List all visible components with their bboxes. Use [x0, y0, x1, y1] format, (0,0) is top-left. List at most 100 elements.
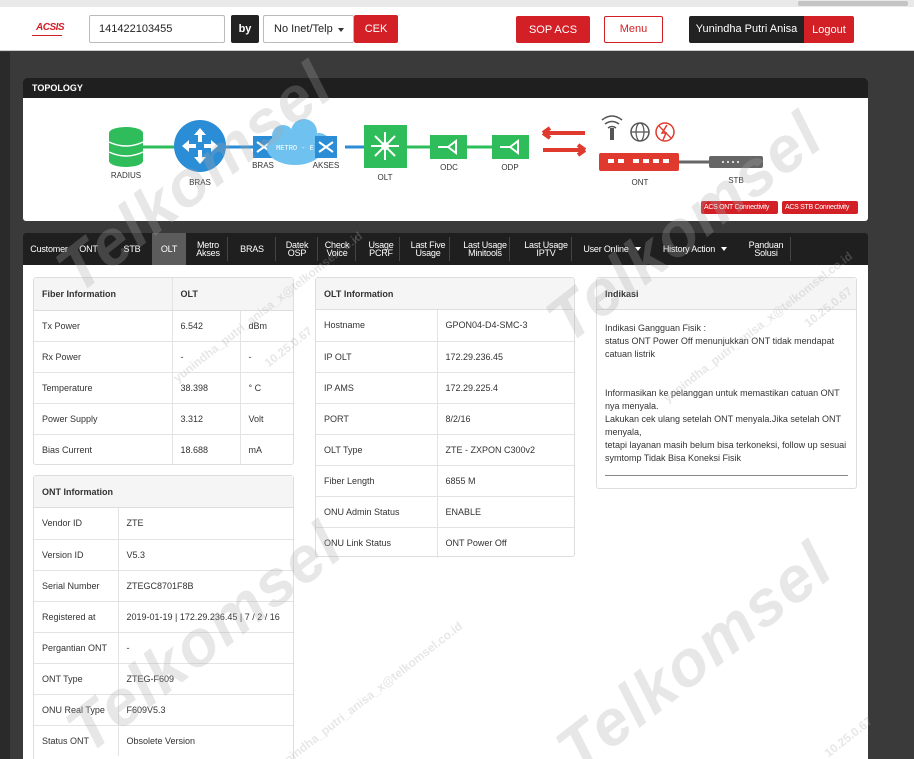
olt-information-title: OLT Information [316, 278, 574, 310]
search-input[interactable] [89, 15, 225, 43]
tab-ont[interactable]: ONT [75, 233, 102, 265]
tab-usage-pcrf[interactable]: Usage PCRF [362, 233, 400, 265]
tab-customer[interactable]: Customer [23, 233, 75, 265]
tab-last-usage-minitools[interactable]: Last Usage Minitools [460, 233, 510, 265]
search-by-select[interactable]: No Inet/Telp [263, 15, 354, 43]
node-label-metro: METRO - E [276, 145, 314, 153]
tab-label: BRAS [240, 244, 264, 254]
table-row: Vendor ID ZTE [34, 508, 293, 540]
tab-check-voice[interactable]: Check Voice [318, 233, 356, 265]
row-label: ONU Admin Status [316, 496, 437, 528]
row-label: Power Supply [34, 403, 172, 435]
logout-button[interactable]: Logout [804, 16, 854, 43]
row-value: 8/2/16 [436, 403, 574, 435]
chevron-down-icon [634, 247, 641, 251]
node-label-stb: STB [728, 176, 744, 185]
cek-button[interactable]: CEK [354, 15, 398, 43]
tab-label-line2: Voice [326, 248, 348, 258]
row-label: ONU Link Status [324, 537, 392, 548]
node-label-akses: AKSES [313, 161, 340, 170]
tab-label-line2: PCRF [369, 248, 393, 258]
table-row: Version ID V5.3 [34, 539, 293, 571]
row-label: Tx Power [34, 310, 172, 342]
router-icon[interactable] [174, 120, 226, 172]
row-unit: dBm [239, 310, 293, 342]
tab-separator [509, 237, 510, 261]
row-label: Serial Number [34, 570, 118, 602]
tab-metro-akses[interactable]: Metro Akses [188, 233, 228, 265]
acs-stb-connectivity-button[interactable]: ACS STB Connectivity [782, 201, 858, 214]
database-icon[interactable] [108, 127, 144, 167]
tab-label: Customer [30, 244, 68, 254]
divider [605, 475, 848, 476]
table-row: ONU Admin Status ENABLE [316, 496, 574, 528]
indikasi-panel: Indikasi Indikasi Gangguan Fisik : statu… [596, 277, 857, 489]
olt-information-panel: OLT Information Hostname GPON04-D4-SMC-3 … [315, 277, 575, 558]
row-value: ZTE [117, 508, 293, 540]
scrollbar-thumb[interactable] [798, 1, 908, 6]
tab-olt[interactable]: OLT [152, 233, 186, 265]
tab-last-usage-iptv[interactable]: Last Usage IPTV [520, 233, 572, 265]
acs-ont-connectivity-button[interactable]: ACS ONT Connectivity [701, 201, 778, 214]
tab-last-five-usage[interactable]: Last Five Usage [406, 233, 450, 265]
table-row: Tx Power 6.542 dBm [34, 310, 293, 342]
ont-device-icon[interactable] [599, 153, 679, 171]
tab-separator [449, 237, 450, 261]
table-row: Pergantian ONT - [34, 632, 293, 664]
row-value: Obsolete Version [117, 725, 293, 756]
fiber-olt-header: OLT [171, 278, 293, 311]
tab-separator [790, 237, 791, 261]
chevron-down-icon [338, 28, 344, 32]
tab-panduan-solusi[interactable]: Panduan Solusi [741, 233, 791, 265]
tab-label-line2: Solusi [754, 248, 778, 258]
tab-bras[interactable]: BRAS [228, 233, 276, 265]
row-value: ZTEGC8701F8B [117, 570, 293, 602]
user-name: Yunindha Putri Anisa [689, 16, 804, 43]
node-label-bras2: BRAS [252, 161, 274, 170]
odc-icon[interactable] [430, 135, 467, 159]
table-row: Hostname GPON04-D4-SMC-3 [316, 310, 574, 342]
row-label: Registered at [34, 601, 118, 633]
tab-stb[interactable]: STB [118, 233, 146, 265]
table-row: Power Supply 3.312 Volt [34, 403, 293, 435]
row-value: 172.29.236.45 [436, 341, 574, 373]
left-rail [0, 52, 10, 759]
row-label: IP OLT [316, 341, 437, 373]
odp-icon[interactable] [492, 135, 529, 159]
olt-icon[interactable] [364, 125, 407, 168]
tab-label-line2: Akses [196, 248, 220, 258]
row-label: PORT [316, 403, 437, 435]
tab-datek-osp[interactable]: Datek OSP [276, 233, 318, 265]
row-label: Temperature [34, 372, 172, 404]
stb-device-icon[interactable] [709, 156, 763, 168]
indikasi-title: Indikasi [597, 278, 856, 310]
akses-switch-icon[interactable] [315, 136, 337, 158]
table-row: Fiber Length 6855 M [316, 465, 574, 497]
logo-underline [32, 35, 62, 36]
table-row: Status ONT Obsolete Version [34, 725, 293, 756]
horizontal-scrollbar[interactable] [0, 0, 914, 7]
row-label: Bias Current [42, 444, 93, 455]
node-label-olt: OLT [378, 173, 393, 182]
tab-user-online[interactable]: User Online [575, 233, 649, 265]
menu-button[interactable]: Menu [604, 16, 663, 43]
indikasi-line: status ONT Power Off menunjukkan ONT tid… [605, 336, 835, 359]
tab-label-line2: Minitools [468, 248, 502, 258]
app-logo[interactable]: ACSIS [36, 22, 65, 33]
row-label: Version ID [34, 539, 118, 571]
row-value: 2019-01-19 | 172.29.236.45 | 7 / 2 / 16 [117, 601, 293, 633]
row-value: F609V5.3 [117, 694, 293, 726]
row-label: OLT Type [316, 434, 437, 466]
node-label-bras: BRAS [189, 178, 211, 187]
row-value: 172.29.225.4 [436, 372, 574, 404]
topology-title: TOPOLOGY [23, 78, 868, 98]
table-row: IP AMS 172.29.225.4 [316, 372, 574, 404]
ont-information-panel: ONT Information Vendor ID ZTE Version ID V… [33, 475, 294, 759]
row-label: Status ONT [42, 735, 90, 746]
row-label: ONU Real Type [34, 694, 118, 726]
table-row: Bias Current 18.688 mA [34, 434, 293, 465]
table-row: Serial Number ZTEGC8701F8B [34, 570, 293, 602]
row-label: Vendor ID [34, 508, 118, 540]
sop-acs-button[interactable]: SOP ACS [516, 16, 590, 43]
tab-history-action[interactable]: History Action [655, 233, 735, 265]
